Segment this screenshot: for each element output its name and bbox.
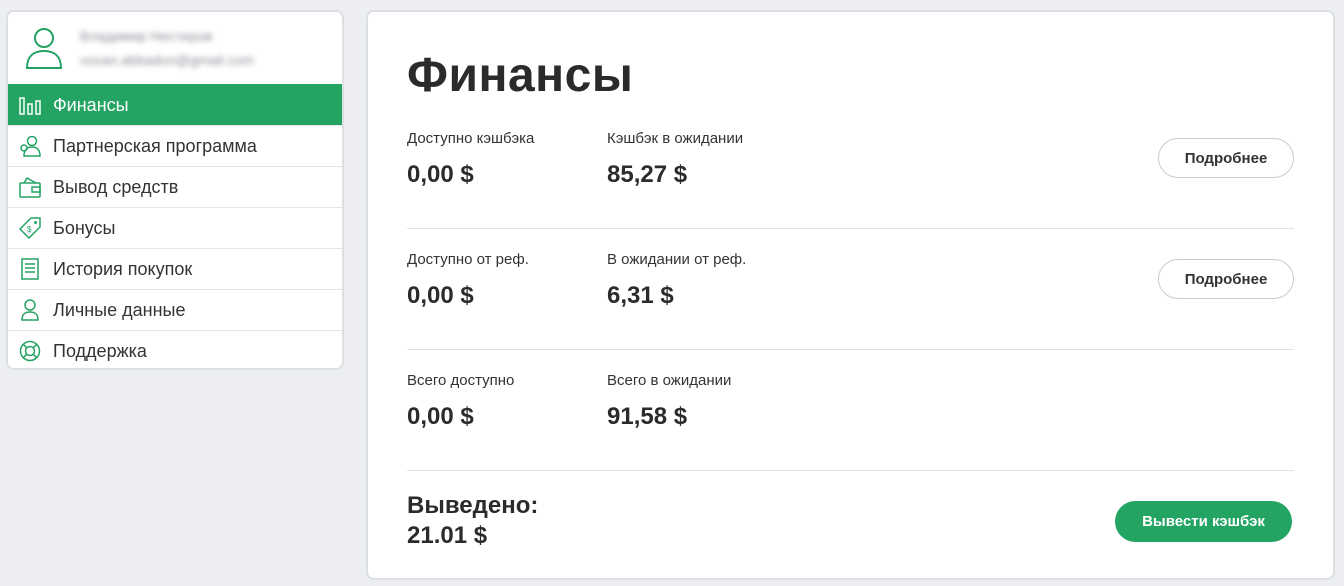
sidebar-item-bonuses[interactable]: $ Бонусы <box>8 207 342 248</box>
stat-label: Доступно от реф. <box>407 251 529 268</box>
withdrawn-value: 21.01 $ <box>407 522 488 549</box>
sidebar-item-support[interactable]: Поддержка <box>8 330 342 368</box>
user-icon <box>19 299 41 321</box>
sidebar-item-label: Личные данные <box>53 299 186 320</box>
svg-text:$: $ <box>27 225 32 234</box>
stat-value: 0,00 $ <box>407 161 474 188</box>
sidebar-item-partners[interactable]: Партнерская программа <box>8 125 342 166</box>
available-cashback: Доступно кэшбэка 0,00 $ <box>407 130 534 189</box>
profile-info: Владимир Нестеров vovan.abbadon@gmail.co… <box>80 24 254 72</box>
stat-value: 91,58 $ <box>607 403 688 430</box>
profile-name: Владимир Нестеров <box>80 28 213 44</box>
cashback-details-button[interactable]: Подробнее <box>1158 138 1294 178</box>
finance-card: Финансы Доступно кэшбэка 0,00 $ Кэшбэк в… <box>366 10 1335 580</box>
sidebar-nav: Финансы Партнерская программа Вывод сред… <box>8 84 342 368</box>
referral-row: Доступно от реф. 0,00 $ В ожидании от ре… <box>407 229 1294 350</box>
available-referral: Доступно от реф. 0,00 $ <box>407 251 529 310</box>
sidebar: Владимир Нестеров vovan.abbadon@gmail.co… <box>6 10 344 370</box>
stat-value: 85,27 $ <box>607 161 688 188</box>
stat-label: Всего доступно <box>407 372 515 389</box>
sidebar-item-label: История покупок <box>53 258 193 279</box>
cashback-row: Доступно кэшбэка 0,00 $ Кэшбэк в ожидани… <box>407 108 1294 229</box>
sidebar-item-label: Поддержка <box>53 340 147 361</box>
partners-icon <box>19 135 41 157</box>
stat-label: Кэшбэк в ожидании <box>607 130 744 147</box>
user-profile[interactable]: Владимир Нестеров vovan.abbadon@gmail.co… <box>8 12 342 84</box>
stat-value: 6,31 $ <box>607 282 674 309</box>
total-available: Всего доступно 0,00 $ <box>407 372 514 431</box>
user-avatar-icon <box>25 28 63 69</box>
sidebar-item-label: Финансы <box>53 94 129 115</box>
chart-bars-icon <box>19 94 41 116</box>
sidebar-item-personal-data[interactable]: Личные данные <box>8 289 342 330</box>
wallet-icon <box>19 176 41 198</box>
sidebar-item-purchase-history[interactable]: История покупок <box>8 248 342 289</box>
withdraw-cashback-button[interactable]: Вывести кэшбэк <box>1115 501 1292 542</box>
referral-details-button[interactable]: Подробнее <box>1158 259 1294 299</box>
withdrawn-summary: Выведено: 21.01 $ <box>407 492 538 550</box>
total-pending: Всего в ожидании 91,58 $ <box>607 372 731 431</box>
stat-label: Всего в ожидании <box>607 372 732 389</box>
stat-label: Доступно кэшбэка <box>407 130 535 147</box>
sidebar-item-label: Партнерская программа <box>53 135 257 156</box>
page-title: Финансы <box>407 49 634 102</box>
stat-value: 0,00 $ <box>407 403 474 430</box>
sidebar-item-finance[interactable]: Финансы <box>8 84 342 125</box>
stat-label: В ожидании от реф. <box>607 251 747 268</box>
pending-referral: В ожидании от реф. 6,31 $ <box>607 251 746 310</box>
lifebuoy-icon <box>19 340 41 362</box>
pending-cashback: Кэшбэк в ожидании 85,27 $ <box>607 130 743 189</box>
sidebar-item-withdrawal[interactable]: Вывод средств <box>8 166 342 207</box>
total-row: Всего доступно 0,00 $ Всего в ожидании 9… <box>407 350 1294 471</box>
document-list-icon <box>19 258 41 280</box>
stat-value: 0,00 $ <box>407 282 474 309</box>
profile-email: vovan.abbadon@gmail.com <box>80 52 254 68</box>
withdrawn-label: Выведено: <box>407 492 539 519</box>
sidebar-item-label: Вывод средств <box>53 176 179 197</box>
sidebar-item-label: Бонусы <box>53 217 116 238</box>
price-tag-icon: $ <box>19 217 41 239</box>
